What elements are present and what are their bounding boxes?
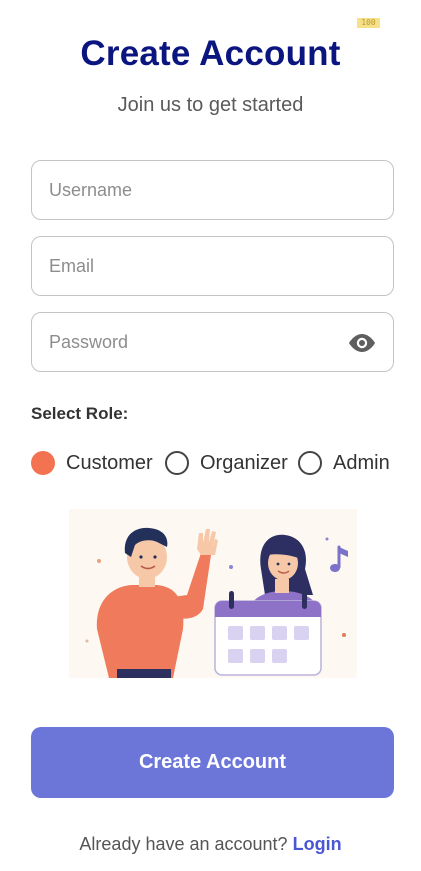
radio-selected-icon[interactable] [31,451,55,475]
password-field-container [31,312,394,372]
role-option-label: Admin [333,451,390,474]
password-input[interactable] [32,313,393,371]
login-link[interactable]: Login [293,834,342,854]
role-option-admin[interactable]: Admin [298,451,390,475]
radio-unselected-icon[interactable] [165,451,189,475]
role-option-label: Customer [66,451,153,474]
username-input[interactable] [32,161,393,219]
create-account-button[interactable]: Create Account [31,727,394,798]
role-label: Select Role: [31,404,129,423]
username-field-container [31,160,394,220]
eye-icon[interactable] [346,331,378,355]
login-prompt: Already have an account? Login [0,834,421,855]
login-prompt-text: Already have an account? [79,834,288,854]
radio-unselected-icon[interactable] [298,451,322,475]
page-subtitle: Join us to get started [117,94,304,116]
role-option-organizer[interactable]: Organizer [165,451,288,475]
role-option-label: Organizer [200,451,288,474]
email-input[interactable] [32,237,393,295]
debug-badge: 100 [357,18,380,28]
email-field-container [31,236,394,296]
page-title: Create Account [80,34,341,73]
role-option-customer[interactable]: Customer [31,451,153,475]
people-calendar-illustration [69,509,357,678]
